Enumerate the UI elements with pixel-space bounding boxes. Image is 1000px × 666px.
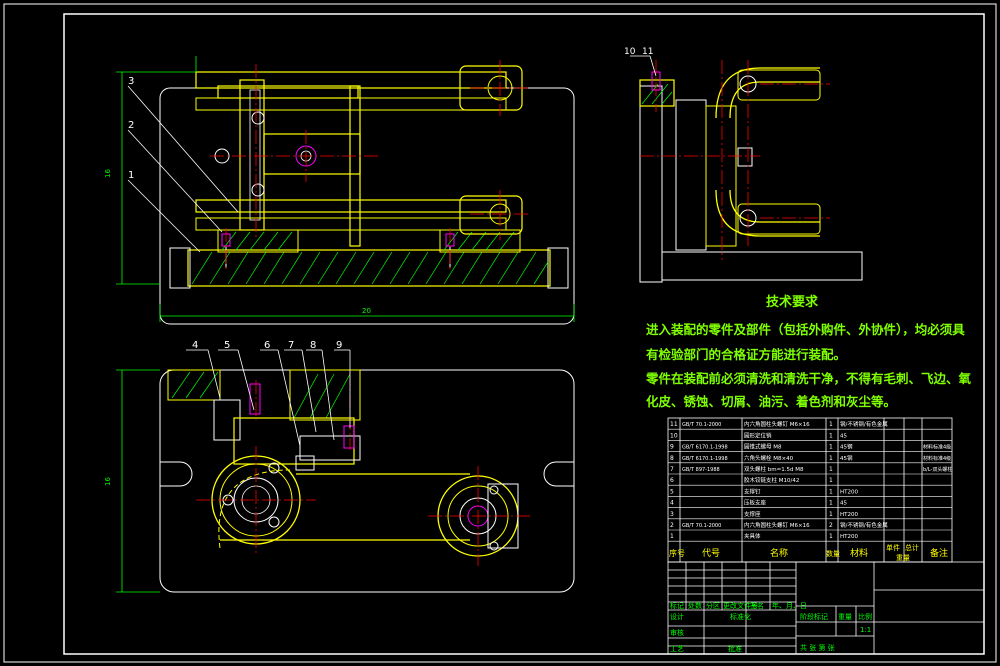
- balloon-7: 7: [288, 340, 294, 351]
- bom-cell-qty: 2: [829, 522, 833, 529]
- tech-requirement-line-4: 化皮、锈蚀、切屑、油污、着色剂和灰尘等。: [646, 394, 897, 409]
- front-view: 16 20: [104, 56, 575, 325]
- tb-stage-mark: 阶段标记: [800, 612, 828, 621]
- bom-cell-remark: 材料标准4级: [923, 455, 951, 462]
- bom-cell-name: 六角头螺栓 M8×40: [744, 454, 794, 462]
- bom-header-remark: 备注: [930, 547, 948, 559]
- balloon-10: 10: [624, 47, 636, 57]
- bom-cell-seq: 1: [670, 533, 674, 540]
- bom-header-weight: 重量: [896, 554, 910, 562]
- bom-cell-name: 双头螺柱 bm=1.5d M8: [744, 465, 804, 473]
- tb-zone: 分区: [706, 601, 720, 610]
- bom-cell-name: 压板支座: [744, 499, 767, 507]
- dim-height-front: 16: [104, 169, 112, 178]
- bom-cell-qty: 1: [829, 455, 833, 462]
- bom-cell-seq: 9: [670, 444, 674, 451]
- bom-cell-seq: 2: [670, 522, 674, 529]
- tb-count: 处数: [688, 601, 702, 610]
- bom-cell-qty: 1: [829, 466, 833, 473]
- tb-standard: 标准化: [730, 612, 751, 621]
- bom-cell-qty: 1: [829, 500, 833, 507]
- bom-cell-qty: 1: [829, 533, 833, 540]
- bom-cell-code: GB/T 70.1-2000: [682, 422, 721, 428]
- bom-cell-material: 45钢: [840, 443, 853, 451]
- balloon-1: 1: [128, 170, 134, 181]
- bom-cell-name: 胶木铰链支柱 M10/42: [744, 476, 799, 484]
- bom-cell-name: 内六角圆柱头螺钉 M6×16: [744, 521, 810, 529]
- balloon-6: 6: [264, 340, 270, 351]
- bom-cell-seq: 3: [670, 511, 674, 518]
- tb-scale-value: 1:1: [860, 626, 871, 634]
- bom-cell-material: HT200: [840, 512, 858, 518]
- tech-requirement-line-1: 进入装配的零件及部件（包括外购件、外协件），均必须具: [646, 322, 965, 337]
- tb-sign: 签名: [750, 601, 764, 610]
- bom-cell-qty: 1: [829, 511, 833, 518]
- bom-table: [667, 417, 953, 563]
- bom-cell-seq: 8: [670, 455, 674, 462]
- tb-review: 审核: [670, 628, 684, 637]
- bom-cell-name: 圆锥式螺母 M8: [744, 443, 782, 451]
- bom-cell-qty: 1: [829, 477, 833, 484]
- dim-width-front: 20: [362, 307, 371, 315]
- bom-header-code: 代号: [702, 548, 720, 559]
- bom-header-seq: 序号: [669, 548, 685, 558]
- side-view: [630, 55, 863, 283]
- bom-cell-seq: 11: [670, 421, 678, 428]
- top-view: [116, 349, 575, 593]
- bom-cell-material: 45钢: [840, 454, 853, 462]
- bom-cell-material: 45: [840, 433, 847, 439]
- bom-cell-code: GB/T 6170.1-1998: [682, 456, 728, 462]
- bom-cell-material: 钢/不锈钢/有色金属: [840, 521, 888, 529]
- bom-cell-seq: 10: [670, 432, 678, 439]
- bom-header-single: 单件: [886, 543, 900, 552]
- bom-header-material: 材料: [850, 547, 868, 559]
- bom-cell-material: HT200: [840, 489, 858, 495]
- tb-date: 年、月、日: [772, 601, 807, 610]
- bom-cell-material: HT200: [840, 534, 858, 540]
- bom-cell-seq: 7: [670, 466, 674, 473]
- bom-cell-seq: 5: [670, 488, 674, 495]
- cad-drawing-canvas: { "colors": { "background": "#000000", "…: [0, 0, 1000, 666]
- balloon-9: 9: [336, 340, 342, 351]
- balloon-5: 5: [224, 340, 230, 351]
- tb-weight: 重量: [838, 613, 852, 621]
- balloon-2: 2: [128, 120, 134, 131]
- bom-cell-qty: 1: [829, 444, 833, 451]
- bom-cell-name: 夹具体: [744, 532, 761, 540]
- bom-cell-qty: 1: [829, 421, 833, 428]
- bom-cell-name: 圆形定位销: [744, 431, 772, 439]
- bom-cell-name: 内六角圆柱头螺钉 M6×16: [744, 420, 810, 428]
- bom-cell-material: 45: [840, 501, 847, 507]
- bom-cell-qty: 1: [829, 432, 833, 439]
- bom-cell-code: GB/T 70.1-2000: [682, 523, 721, 529]
- bom-cell-material: 钢/不锈钢/有色金属: [840, 420, 888, 428]
- bom-cell-seq: 6: [670, 477, 674, 484]
- tech-requirements-title: 技术要求: [766, 295, 819, 310]
- tb-mark: 标记: [670, 601, 684, 610]
- tb-sheet-info: 共 张 第 张: [800, 643, 835, 652]
- tech-requirement-line-2: 有检验部门的合格证方能进行装配。: [646, 347, 847, 362]
- bom-cell-name: 支撑钉: [744, 487, 761, 495]
- bom-cell-code: GB/T 6170.1-1998: [682, 445, 728, 451]
- balloon-11: 11: [642, 47, 653, 57]
- bom-cell-qty: 1: [829, 488, 833, 495]
- balloon-3: 3: [128, 76, 134, 87]
- tb-design: 设计: [670, 612, 684, 621]
- balloon-4: 4: [192, 340, 198, 351]
- dim-height-top: 16: [104, 477, 112, 486]
- bom-header-total: 总计: [905, 543, 919, 552]
- tb-process: 工艺: [670, 645, 684, 653]
- bom-header-qty: 数量: [826, 549, 840, 558]
- bom-cell-code: GB/T 897-1988: [682, 467, 720, 473]
- tech-requirement-line-3: 零件在装配前必须清洗和清洗干净，不得有毛刺、飞边、氧: [646, 371, 972, 386]
- bom-cell-remark: b/L-双头螺柱: [923, 466, 952, 473]
- tb-approve: 批准: [728, 644, 742, 653]
- tb-scale: 比例: [858, 612, 872, 621]
- bom-header-name: 名称: [770, 547, 788, 559]
- balloon-8: 8: [310, 340, 316, 351]
- bom-cell-seq: 4: [670, 500, 674, 507]
- bom-cell-remark: 材料标准4级: [923, 444, 951, 451]
- bom-cell-name: 支撑座: [744, 510, 761, 518]
